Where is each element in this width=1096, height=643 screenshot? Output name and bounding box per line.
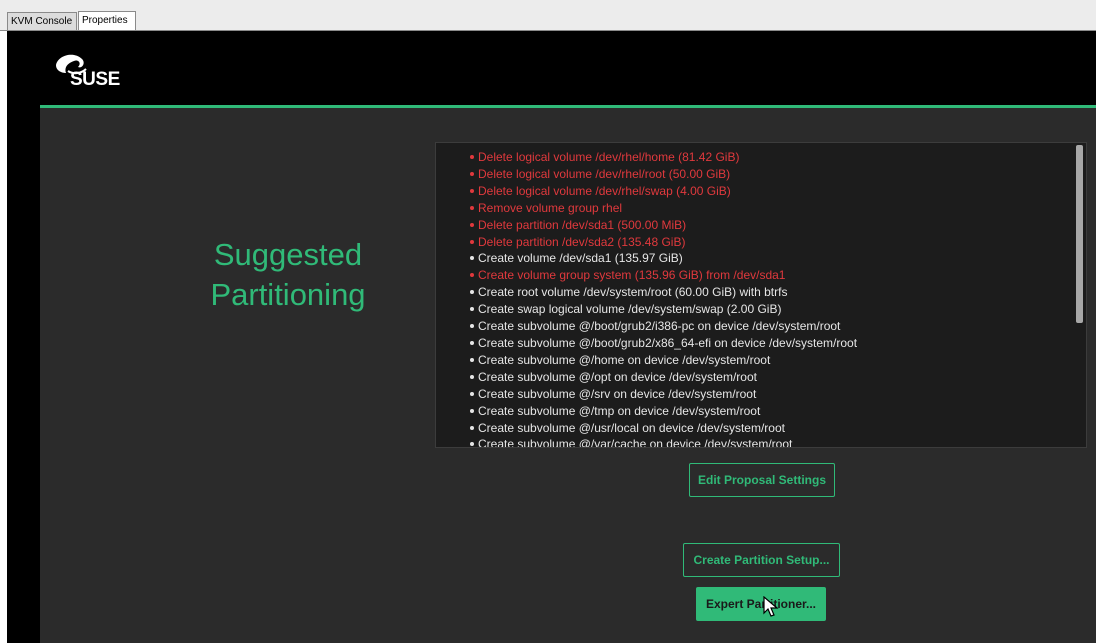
proposal-action-item: Delete partition /dev/sda1 (500.00 MiB) bbox=[470, 217, 1086, 234]
proposal-action-item: Create subvolume @/boot/grub2/x86_64-efi… bbox=[470, 335, 1086, 352]
proposal-action-item: Delete logical volume /dev/rhel/home (81… bbox=[470, 149, 1086, 166]
tab-properties[interactable]: Properties bbox=[78, 11, 136, 31]
proposal-action-item: Create subvolume @/usr/local on device /… bbox=[470, 420, 1086, 437]
kvm-console-screen: SUSE Suggested Partitioning Delete logic… bbox=[7, 31, 1096, 643]
edit-proposal-settings-button[interactable]: Edit Proposal Settings bbox=[689, 463, 835, 497]
proposal-summary-list[interactable]: Delete logical volume /dev/rhel/home (81… bbox=[435, 142, 1087, 448]
proposal-action-item: Create root volume /dev/system/root (60.… bbox=[470, 284, 1086, 301]
main-content: Suggested Partitioning Delete logical vo… bbox=[40, 108, 1096, 643]
proposal-action-item: Create subvolume @/tmp on device /dev/sy… bbox=[470, 403, 1086, 420]
mouse-pointer-icon bbox=[763, 596, 779, 617]
proposal-action-item: Create subvolume @/boot/grub2/i386-pc on… bbox=[470, 318, 1086, 335]
expert-partitioner-button[interactable]: Expert Partitioner... bbox=[696, 587, 826, 621]
tab-kvm-console[interactable]: KVM Console bbox=[7, 12, 77, 30]
proposal-action-item: Delete logical volume /dev/rhel/swap (4.… bbox=[470, 183, 1086, 200]
proposal-action-item: Create volume /dev/sda1 (135.97 GiB) bbox=[470, 250, 1086, 267]
proposal-action-item: Delete partition /dev/sda2 (135.48 GiB) bbox=[470, 234, 1086, 251]
proposal-action-item: Create volume group system (135.96 GiB) … bbox=[470, 267, 1086, 284]
page-title-line1: Suggested bbox=[213, 237, 363, 272]
proposal-action-item: Create subvolume @/srv on device /dev/sy… bbox=[470, 386, 1086, 403]
scrollbar-thumb[interactable] bbox=[1076, 145, 1083, 323]
create-partition-setup-button[interactable]: Create Partition Setup... bbox=[683, 543, 840, 577]
page-title: Suggested Partitioning bbox=[188, 235, 388, 315]
page-title-line2: Partitioning bbox=[210, 277, 366, 312]
proposal-action-item: Remove volume group rhel bbox=[470, 200, 1086, 217]
tab-strip: KVM Console Properties bbox=[0, 0, 1096, 31]
proposal-action-item: Create subvolume @/home on device /dev/s… bbox=[470, 352, 1086, 369]
proposal-action-item: Create subvolume @/var/cache on device /… bbox=[470, 436, 1086, 447]
proposal-action-item: Create swap logical volume /dev/system/s… bbox=[470, 301, 1086, 318]
suse-logo: SUSE bbox=[70, 69, 120, 90]
proposal-actions: Delete logical volume /dev/rhel/home (81… bbox=[436, 143, 1086, 447]
installer-header: SUSE bbox=[7, 31, 1096, 106]
scrollbar-track[interactable] bbox=[1073, 143, 1086, 447]
proposal-action-item: Delete logical volume /dev/rhel/root (50… bbox=[470, 166, 1086, 183]
proposal-action-item: Create subvolume @/opt on device /dev/sy… bbox=[470, 369, 1086, 386]
